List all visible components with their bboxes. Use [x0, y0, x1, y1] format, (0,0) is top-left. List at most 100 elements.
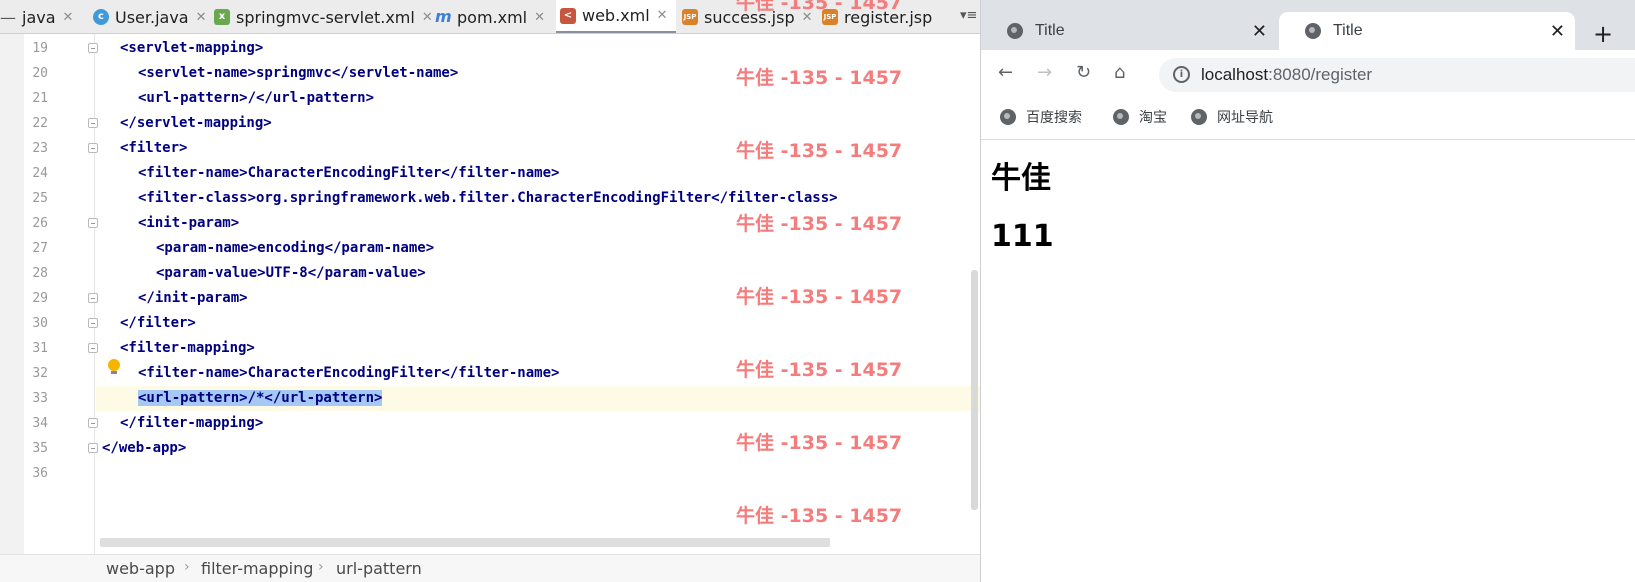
- url-path: :8080/register: [1268, 65, 1373, 84]
- jsp-icon: JSP: [682, 9, 698, 25]
- line-number: 19: [32, 41, 48, 56]
- bookmark-item[interactable]: 百度搜索: [1000, 107, 1082, 127]
- code-line: <servlet-name>springmvc</servlet-name>: [138, 61, 458, 86]
- editor-tab-web-xml[interactable]: < web.xml ✕: [556, 0, 676, 33]
- code-text: </filter-mapping>: [120, 415, 264, 431]
- url-text[interactable]: localhost:8080/register: [1201, 65, 1372, 85]
- editor-tab-user-java[interactable]: c User.java ✕: [93, 0, 207, 33]
- spring-xml-icon: x: [214, 9, 230, 25]
- line-number: 30: [32, 316, 48, 331]
- globe-icon: [1305, 23, 1321, 39]
- bookmark-item[interactable]: 网址导航: [1191, 107, 1273, 127]
- close-icon[interactable]: ✕: [534, 10, 545, 25]
- editor-tab-java[interactable]: — java ✕: [0, 0, 74, 33]
- globe-icon: [1007, 23, 1023, 39]
- code-text: <filter-mapping>: [120, 340, 255, 356]
- code-line: </filter-mapping>: [120, 411, 263, 436]
- watermark: 牛佳 -135 - 1457: [736, 140, 903, 162]
- code-line: </web-app>: [102, 436, 186, 461]
- chevron-right-icon: ›: [318, 559, 324, 575]
- horizontal-scrollbar[interactable]: [100, 538, 830, 547]
- reload-icon[interactable]: ↻: [1076, 62, 1091, 83]
- code-text: </init-param>: [138, 290, 248, 306]
- close-icon[interactable]: ✕: [1252, 21, 1267, 42]
- address-bar[interactable]: i localhost:8080/register: [1159, 58, 1635, 92]
- breadcrumb-item[interactable]: web-app: [106, 559, 175, 578]
- code-line: </servlet-mapping>: [120, 111, 272, 136]
- browser-toolbar: ← → ↻ ⌂ i localhost:8080/register: [981, 50, 1635, 96]
- back-arrow-icon[interactable]: ←: [998, 62, 1013, 83]
- web-page-content: 牛佳 111: [981, 141, 1635, 582]
- new-tab-plus-icon[interactable]: +: [1593, 20, 1613, 48]
- home-icon[interactable]: ⌂: [1114, 62, 1125, 83]
- bookmark-item[interactable]: 淘宝: [1113, 107, 1167, 127]
- forward-arrow-icon[interactable]: →: [1037, 62, 1052, 83]
- globe-icon: [1113, 109, 1129, 125]
- line-number: 25: [32, 191, 48, 206]
- watermark: 牛佳 -135 - 1457: [736, 505, 903, 527]
- code-line: <filter-mapping>: [120, 336, 255, 361]
- code-text: <param-name>encoding</param-name>: [156, 240, 435, 256]
- tab-label: springmvc-servlet.xml: [236, 7, 415, 27]
- code-text: <filter-class>org.springframework.web.fi…: [138, 190, 838, 206]
- code-text: <servlet-mapping>: [120, 40, 264, 56]
- breadcrumb: web-app › filter-mapping › url-pattern: [0, 554, 980, 582]
- code-text: <filter>: [120, 140, 188, 156]
- code-text: </web-app>: [102, 440, 187, 456]
- line-number: 23: [32, 141, 48, 156]
- watermark: 牛佳 -135 - 1457: [736, 359, 903, 381]
- breadcrumb-item[interactable]: url-pattern: [336, 559, 422, 578]
- info-icon[interactable]: i: [1173, 66, 1190, 83]
- url-host: localhost: [1201, 65, 1269, 84]
- breadcrumb-item[interactable]: filter-mapping: [201, 559, 313, 578]
- line-number: 34: [32, 416, 48, 431]
- current-code-line: <url-pattern>/*</url-pattern>: [96, 386, 980, 411]
- chevron-right-icon: ›: [184, 559, 190, 575]
- line-number: 27: [32, 241, 48, 256]
- maven-icon: m: [435, 7, 452, 26]
- watermark: 牛佳 -135 - 1457: [736, 67, 903, 89]
- code-text-selected: <url-pattern>/*</url-pattern>: [138, 390, 383, 406]
- browser-tab-active[interactable]: Title ✕: [1279, 12, 1575, 50]
- tab-overflow-icon[interactable]: ▾≡: [960, 8, 977, 23]
- close-icon[interactable]: ✕: [1550, 21, 1565, 42]
- vertical-scrollbar[interactable]: [971, 270, 978, 510]
- xml-icon: <: [560, 7, 576, 24]
- close-icon[interactable]: ✕: [657, 8, 668, 23]
- tab-title: Title: [1333, 22, 1363, 39]
- close-icon[interactable]: ✕: [63, 10, 74, 25]
- watermark: 牛佳 -135 - 1457: [736, 432, 903, 454]
- close-icon[interactable]: ✕: [422, 10, 433, 25]
- bookmarks-bar: 百度搜索 淘宝 网址导航: [981, 96, 1635, 140]
- ide-window: — java ✕ c User.java ✕ x springmvc-servl…: [0, 0, 980, 582]
- globe-icon: [1191, 109, 1207, 125]
- watermark: 牛佳 -135 - 1457: [736, 286, 903, 308]
- code-text: </filter>: [120, 315, 196, 331]
- code-text: <filter-name>CharacterEncodingFilter</fi…: [138, 365, 560, 381]
- line-number: 32: [32, 366, 48, 381]
- close-icon[interactable]: ✕: [196, 10, 207, 25]
- line-number: 31: [32, 341, 48, 356]
- watermark: 牛佳 -135 - 1457: [736, 0, 903, 14]
- line-number: 28: [32, 266, 48, 281]
- code-text: </servlet-mapping>: [120, 115, 272, 131]
- editor-tab-springmvc-servlet[interactable]: x springmvc-servlet.xml ✕: [214, 0, 433, 33]
- minimize-icon: —: [0, 7, 16, 27]
- line-number: 20: [32, 66, 48, 81]
- bookmark-label: 百度搜索: [1026, 110, 1082, 126]
- code-text: <url-pattern>/</url-pattern>: [138, 90, 375, 106]
- code-text: <init-param>: [138, 215, 240, 231]
- tab-label: web.xml: [582, 6, 650, 25]
- class-icon: c: [93, 9, 109, 25]
- browser-tab[interactable]: Title ✕: [981, 12, 1277, 50]
- browser-window: Title ✕ Title ✕ + ← → ↻ ⌂ i localhost:80…: [980, 0, 1635, 582]
- page-subheading: 111: [991, 219, 1054, 254]
- code-line: </init-param>: [138, 286, 248, 311]
- editor-tab-pom-xml[interactable]: m pom.xml ✕: [435, 0, 545, 33]
- line-number: 33: [32, 391, 48, 406]
- gutter-strip: [0, 34, 24, 554]
- bookmark-label: 网址导航: [1217, 110, 1273, 126]
- bookmark-label: 淘宝: [1139, 110, 1167, 126]
- code-text: <param-value>UTF-8</param-value>: [156, 265, 426, 281]
- line-number: 29: [32, 291, 48, 306]
